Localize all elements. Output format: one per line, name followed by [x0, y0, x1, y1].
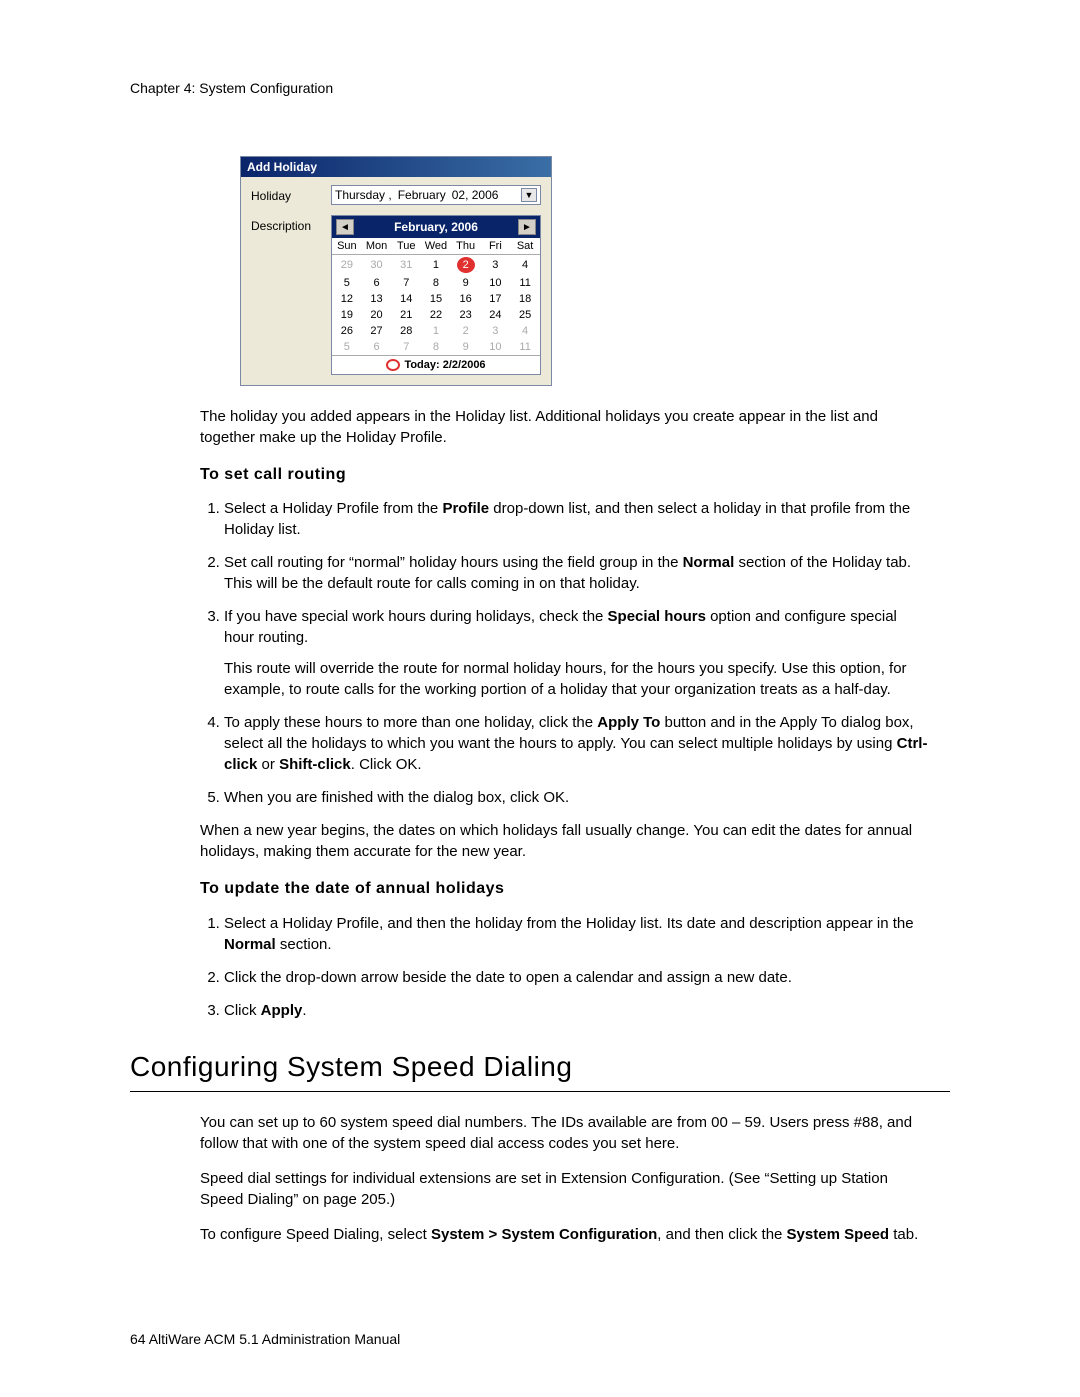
step-item: Select a Holiday Profile, and then the h…	[224, 913, 930, 955]
calendar-day[interactable]: 18	[510, 291, 540, 307]
section-heading: Configuring System Speed Dialing	[130, 1051, 950, 1083]
step-item: To apply these hours to more than one ho…	[224, 712, 930, 775]
calendar-popup: ◄ February, 2006 ► SunMonTueWedThuFriSat…	[331, 215, 541, 375]
calendar-dow-row: SunMonTueWedThuFriSat	[332, 238, 540, 255]
add-holiday-dialog: Add Holiday Holiday Thursday , February …	[240, 156, 552, 386]
calendar-day[interactable]: 3	[481, 255, 511, 276]
calendar-day[interactable]: 11	[510, 275, 540, 291]
calendar-day[interactable]: 17	[481, 291, 511, 307]
calendar-day[interactable]: 1	[421, 323, 451, 339]
calendar-day[interactable]: 13	[362, 291, 392, 307]
calendar-day[interactable]: 19	[332, 307, 362, 323]
calendar-day[interactable]: 29	[332, 255, 362, 276]
step-item: Select a Holiday Profile from the Profil…	[224, 498, 930, 540]
calendar-day[interactable]: 11	[510, 339, 540, 355]
paragraph: Speed dial settings for individual exten…	[200, 1168, 930, 1210]
calendar-month-year: February, 2006	[354, 220, 518, 234]
calendar-day[interactable]: 15	[421, 291, 451, 307]
calendar-dow-cell: Thu	[451, 238, 481, 255]
calendar-week-row: 567891011	[332, 339, 540, 355]
step-item: Set call routing for “normal” holiday ho…	[224, 552, 930, 594]
paragraph: The holiday you added appears in the Hol…	[200, 406, 930, 448]
calendar-dow-cell: Mon	[362, 238, 392, 255]
calendar-day[interactable]: 26	[332, 323, 362, 339]
calendar-day[interactable]: 8	[421, 339, 451, 355]
calendar-day[interactable]: 4	[510, 323, 540, 339]
calendar-day[interactable]: 3	[481, 323, 511, 339]
dialog-titlebar: Add Holiday	[241, 157, 551, 177]
calendar-day[interactable]: 7	[391, 275, 421, 291]
calendar-day[interactable]: 8	[421, 275, 451, 291]
calendar-day[interactable]: 4	[510, 255, 540, 276]
calendar-day[interactable]: 9	[451, 275, 481, 291]
calendar-day[interactable]: 20	[362, 307, 392, 323]
step-item: If you have special work hours during ho…	[224, 606, 930, 700]
paragraph: To configure Speed Dialing, select Syste…	[200, 1224, 930, 1245]
calendar-day[interactable]: 1	[421, 255, 451, 276]
calendar-day[interactable]: 14	[391, 291, 421, 307]
date-weekday: Thursday ,	[335, 188, 392, 202]
holiday-date-field[interactable]: Thursday , February 02, 2006 ▼	[331, 185, 541, 205]
calendar-week-row: 567891011	[332, 275, 540, 291]
calendar-day[interactable]: 25	[510, 307, 540, 323]
calendar-dow-cell: Tue	[391, 238, 421, 255]
calendar-day[interactable]: 23	[451, 307, 481, 323]
calendar-week-row: 12131415161718	[332, 291, 540, 307]
step-subtext: This route will override the route for n…	[224, 658, 930, 700]
calendar-day[interactable]: 7	[391, 339, 421, 355]
subheading: To update the date of annual holidays	[200, 878, 930, 900]
holiday-label: Holiday	[251, 185, 331, 203]
calendar-day[interactable]: 30	[362, 255, 392, 276]
calendar-day[interactable]: 6	[362, 275, 392, 291]
today-indicator-icon	[386, 359, 400, 371]
page-number: 64	[130, 1331, 146, 1347]
calendar-dow-cell: Fri	[481, 238, 511, 255]
calendar-dow-cell: Sat	[510, 238, 540, 255]
footer-text: AltiWare ACM 5.1 Administration Manual	[146, 1331, 401, 1347]
calendar-prev-button[interactable]: ◄	[336, 219, 354, 235]
description-label: Description	[251, 215, 331, 233]
step-item: Click the drop-down arrow beside the dat…	[224, 967, 930, 988]
date-month: February	[398, 188, 446, 202]
calendar-week-row: 2930311234	[332, 255, 540, 276]
paragraph: You can set up to 60 system speed dial n…	[200, 1112, 930, 1154]
calendar-dow-cell: Wed	[421, 238, 451, 255]
calendar-day[interactable]: 2	[451, 323, 481, 339]
chapter-header: Chapter 4: System Configuration	[130, 80, 950, 96]
step-item: Click Apply.	[224, 1000, 930, 1021]
calendar-week-row: 19202122232425	[332, 307, 540, 323]
calendar-day[interactable]: 5	[332, 339, 362, 355]
calendar-day[interactable]: 28	[391, 323, 421, 339]
calendar-today-button[interactable]: Today: 2/2/2006	[332, 355, 540, 374]
calendar-day[interactable]: 2	[451, 255, 481, 276]
step-item: When you are finished with the dialog bo…	[224, 787, 930, 808]
calendar-day[interactable]: 10	[481, 275, 511, 291]
date-daynyear: 02, 2006	[452, 188, 499, 202]
calendar-day[interactable]: 22	[421, 307, 451, 323]
section-rule	[130, 1091, 950, 1092]
subheading: To set call routing	[200, 464, 930, 486]
calendar-day[interactable]: 24	[481, 307, 511, 323]
calendar-day[interactable]: 12	[332, 291, 362, 307]
calendar-day[interactable]: 5	[332, 275, 362, 291]
calendar-day[interactable]: 10	[481, 339, 511, 355]
calendar-week-row: 2627281234	[332, 323, 540, 339]
calendar-day[interactable]: 9	[451, 339, 481, 355]
page-footer: 64 AltiWare ACM 5.1 Administration Manua…	[130, 1331, 400, 1347]
paragraph: When a new year begins, the dates on whi…	[200, 820, 930, 862]
calendar-day[interactable]: 21	[391, 307, 421, 323]
calendar-day[interactable]: 27	[362, 323, 392, 339]
date-dropdown-arrow[interactable]: ▼	[521, 188, 537, 202]
calendar-dow-cell: Sun	[332, 238, 362, 255]
calendar-day[interactable]: 16	[451, 291, 481, 307]
calendar-next-button[interactable]: ►	[518, 219, 536, 235]
calendar-today-label: Today: 2/2/2006	[404, 359, 485, 371]
calendar-day[interactable]: 31	[391, 255, 421, 276]
calendar-day[interactable]: 6	[362, 339, 392, 355]
